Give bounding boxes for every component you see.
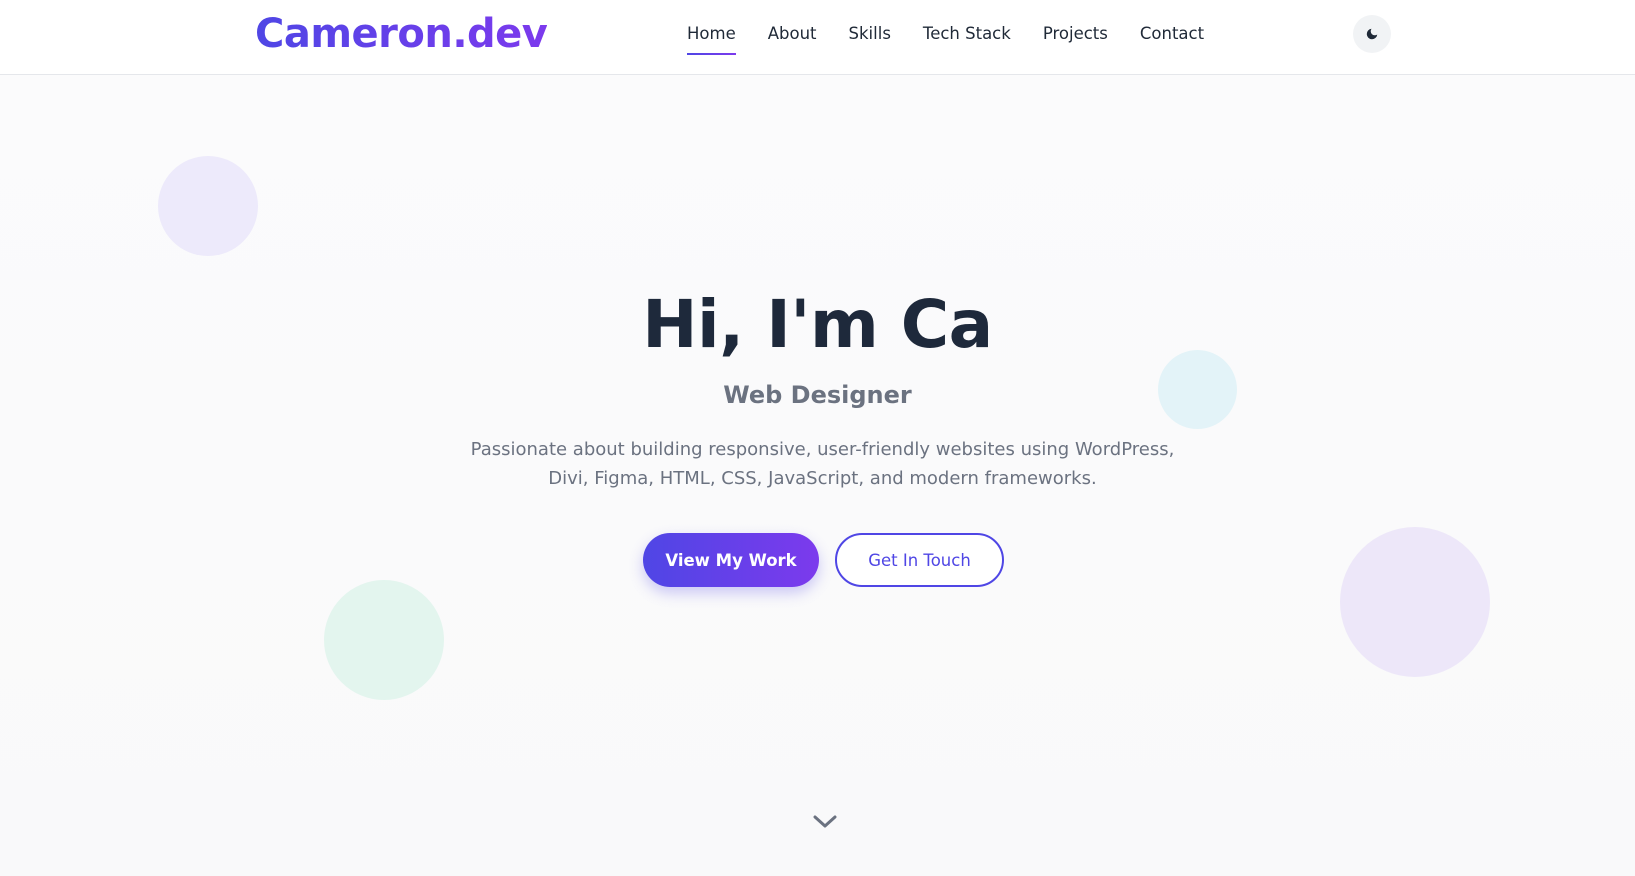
main-nav: Home About Skills Tech Stack Projects Co… [687, 21, 1204, 55]
theme-toggle-button[interactable] [1353, 15, 1391, 53]
decorative-circle [1340, 527, 1490, 677]
nav-link-skills[interactable]: Skills [849, 21, 891, 47]
hero-title: Hi, I'm Ca [642, 286, 993, 363]
nav-link-about[interactable]: About [768, 21, 817, 47]
hero-subtitle: Web Designer [723, 381, 912, 409]
nav-link-projects[interactable]: Projects [1043, 21, 1108, 47]
decorative-circle [158, 156, 258, 256]
navbar: Cameron.dev Home About Skills Tech Stack… [0, 0, 1635, 75]
hero-description-line-1: Passionate about building responsive, us… [470, 439, 1175, 460]
decorative-circle [324, 580, 444, 700]
scroll-down-button[interactable] [810, 811, 840, 833]
site-logo[interactable]: Cameron.dev [255, 10, 548, 58]
hero-section: Hi, I'm Ca Web Designer Passionate about… [0, 75, 1635, 876]
hero-description-line-2: Divi, Figma, HTML, CSS, JavaScript, and … [548, 468, 1097, 489]
chevron-down-icon [813, 815, 837, 828]
moon-icon [1366, 28, 1378, 40]
hero-description: Passionate about building responsive, us… [450, 435, 1195, 493]
nav-link-tech-stack[interactable]: Tech Stack [923, 21, 1011, 47]
get-in-touch-button[interactable]: Get In Touch [835, 533, 1004, 587]
nav-link-home[interactable]: Home [687, 21, 736, 55]
nav-link-contact[interactable]: Contact [1140, 21, 1204, 47]
view-my-work-button[interactable]: View My Work [643, 533, 819, 587]
